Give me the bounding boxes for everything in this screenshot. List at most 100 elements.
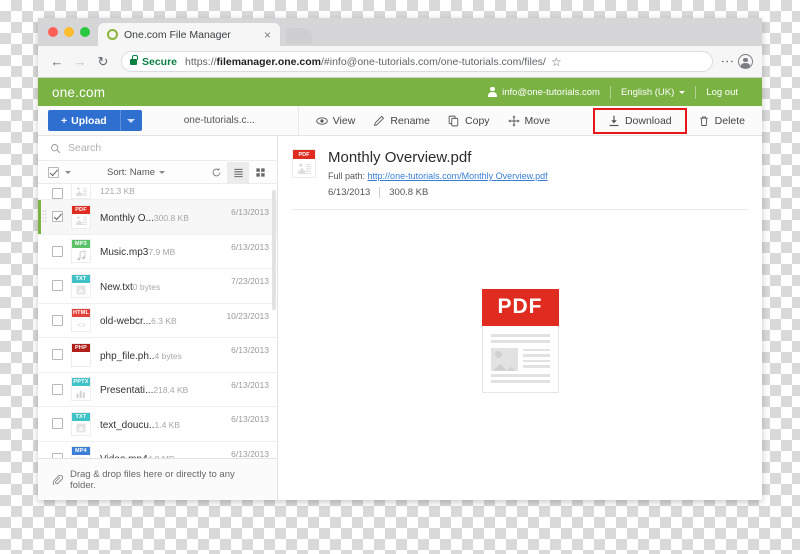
new-tab-button[interactable] [286,28,312,44]
file-list-item[interactable]: PPTX Presentati...218.4 KB 6/13/2013 [38,373,277,407]
language-selector[interactable]: English (UK) [611,87,695,98]
file-name: old-webcr... [100,316,152,328]
file-list-item[interactable]: HTML <> old-webcr...6.3 KB 10/23/2013 [38,304,277,338]
file-type-icon: PDF [71,204,91,229]
grid-view-button[interactable] [249,162,271,183]
file-list[interactable]: 121.3 KB PDF Monthly O...300.8 KB 6/13/2013… [38,184,277,458]
download-highlight-box: Download [592,107,687,134]
file-type-icon: MP3 [71,239,91,264]
file-name: Music.mp3 [100,247,149,259]
file-type-glyph-icon: <> [72,317,90,331]
chrome-menu-icon[interactable]: ⋮ [720,55,735,68]
browser-tab[interactable]: One.com File Manager × [98,23,280,46]
file-detail-panel: PDF Monthly Overview.pdf Full path: http… [278,136,762,500]
file-type-glyph-icon [72,455,90,458]
file-list-item[interactable]: MP3 Music.mp37.9 MB 6/13/2013 [38,235,277,269]
file-size: 4 bytes [154,350,182,361]
maximize-window-button[interactable] [80,27,90,37]
document-glyph-icon [297,163,311,174]
file-browser-sidebar: Search Sort: Name 121.3 KB PDF Monthly O… [38,136,278,500]
file-type-icon: PPTX [71,377,91,402]
file-list-item[interactable]: 121.3 KB [38,184,277,200]
pdf-icon-glyph [293,159,315,177]
url-host: filemanager.one.com [216,55,321,68]
move-button[interactable]: Move [499,111,560,131]
breadcrumb[interactable]: one-tutorials.c... [184,115,284,126]
file-select-checkbox[interactable] [52,418,63,430]
file-name: New.txt [100,281,133,293]
eye-icon [316,116,328,125]
search-input[interactable]: Search [68,142,101,154]
refresh-icon [212,167,220,176]
delete-button[interactable]: Delete [689,111,754,131]
move-arrows-icon [507,114,520,127]
file-select-checkbox[interactable] [52,211,63,223]
address-bar[interactable]: Secure https://filemanager.one.com/#info… [121,51,713,72]
file-list-item[interactable]: TXT a text_doucu..1.4 KB 6/13/2013 [38,407,277,442]
onecom-favicon-icon [107,29,118,40]
file-size: 6.3 KB [151,316,177,327]
dropzone[interactable]: Drag & drop files here or directly to an… [38,458,277,500]
logout-label: Log out [706,86,738,98]
upload-button[interactable]: + Upload [48,110,120,131]
account-menu[interactable]: info@one-tutorials.com [478,87,610,98]
view-button[interactable]: View [307,111,365,131]
drag-handle-icon[interactable] [38,209,50,225]
preview-image-placeholder [490,347,518,371]
file-list-item[interactable]: PDF Monthly O...300.8 KB 6/13/2013 [38,200,277,235]
file-select-checkbox[interactable] [52,383,63,395]
file-select-checkbox[interactable] [52,245,63,257]
file-type-icon: TXT a [71,411,91,436]
close-tab-icon[interactable]: × [261,29,274,41]
file-type-label: PHP [72,343,90,352]
copy-button[interactable]: Copy [439,111,499,131]
file-size: 121.3 KB [100,186,135,196]
file-title: Monthly Overview.pdf [328,149,472,166]
file-select-checkbox[interactable] [52,349,63,361]
file-date: 6/13/2013 [231,207,269,217]
file-select-checkbox[interactable] [52,280,63,292]
file-size: 300.8 KB [153,212,189,223]
close-window-button[interactable] [48,27,58,37]
logout-button[interactable]: Log out [696,87,748,98]
refresh-button[interactable] [205,162,227,183]
reload-icon[interactable]: ↻ [93,52,113,72]
download-button[interactable]: Download [599,111,681,131]
file-list-item[interactable]: TXT a New.txt0 bytes 7/23/2013 [38,269,277,304]
preview-line [522,365,550,368]
search-row[interactable]: Search [38,136,277,161]
file-select-checkbox[interactable] [52,452,63,458]
forward-icon: → [73,54,87,69]
back-icon[interactable]: ← [47,52,67,72]
rename-button[interactable]: Rename [364,111,439,131]
download-label: Download [624,114,672,127]
account-email: info@one-tutorials.com [502,86,600,98]
select-all-checkbox[interactable] [48,166,59,178]
file-date: 6/13/2013 [328,187,371,198]
file-type-glyph-icon [72,248,90,262]
select-all-dropdown-icon[interactable] [65,170,71,174]
profile-avatar-icon[interactable] [738,54,753,69]
onecom-logo[interactable]: one.com [52,85,105,100]
bookmark-star-icon[interactable]: ☆ [551,55,562,69]
file-path-link[interactable]: http://one-tutorials.com/Monthly Overvie… [368,171,548,181]
file-name: Monthly O... [100,212,154,224]
preview-line [522,354,550,357]
svg-text:<>: <> [77,322,86,330]
chevron-down-icon [127,118,136,123]
grid-view-icon [255,167,265,177]
plus-icon: + [61,114,68,127]
file-name: Presentati... [100,385,154,397]
file-date: 6/13/2013 [231,345,269,355]
file-select-checkbox[interactable] [52,314,63,326]
list-view-button[interactable] [227,161,249,183]
file-select-checkbox[interactable] [52,188,63,199]
dropzone-label: Drag & drop files here or directly to an… [70,468,235,491]
file-list-item[interactable]: MP4 Video.mp44.8 MB 6/13/2013 [38,442,277,458]
file-type-glyph-icon: a [72,421,90,435]
file-list-scrollbar[interactable] [272,190,276,310]
file-list-item[interactable]: PHP php_file.ph..4 bytes 6/13/2013 [38,338,277,373]
upload-dropdown-button[interactable] [119,110,142,131]
sort-selector[interactable]: Sort: Name [107,167,166,178]
minimize-window-button[interactable] [64,27,74,37]
